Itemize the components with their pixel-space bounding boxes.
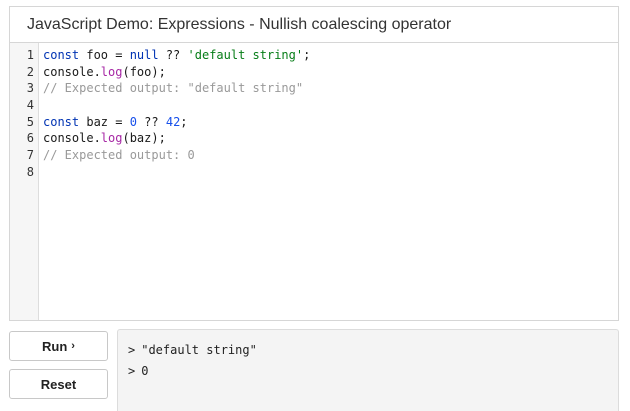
- code-token: 0: [129, 114, 137, 129]
- code-line: const baz = 0 ?? 42;: [43, 114, 618, 131]
- code-token: ??: [158, 48, 188, 62]
- line-number: 5: [26, 114, 34, 129]
- console-output: > "default string" >0: [117, 329, 619, 411]
- code-line: // Expected output: "default string": [43, 80, 618, 97]
- code-token: 'default string': [187, 48, 304, 62]
- code-text[interactable]: const foo = null ?? 'default string'; con…: [39, 43, 618, 320]
- reset-button-label: Reset: [40, 376, 77, 392]
- code-token: const: [43, 48, 80, 62]
- code-line: console.log(baz);: [43, 130, 618, 147]
- code-token: 42: [165, 114, 181, 129]
- code-token: // Expected output: "default string": [43, 81, 304, 96]
- line-number: 4: [26, 98, 34, 113]
- code-token: log: [100, 131, 123, 146]
- line-number: 2: [26, 64, 34, 79]
- code-line: console.log(foo);: [43, 64, 618, 81]
- code-editor-panel: JavaScript Demo: Expressions - Nullish c…: [9, 6, 619, 321]
- code-token: ??: [136, 114, 166, 129]
- line-number: 6: [26, 131, 34, 146]
- interactive-example: JavaScript Demo: Expressions - Nullish c…: [0, 0, 630, 411]
- run-button-label: Run: [42, 338, 68, 354]
- line-number: 3: [26, 81, 34, 96]
- code-token: baz =: [79, 114, 130, 129]
- code-token: ;: [303, 48, 311, 62]
- code-token: console.: [43, 131, 101, 146]
- code-token: console.: [43, 64, 101, 79]
- console-prompt: >: [128, 343, 136, 357]
- line-number-gutter: 1 2 3 45 6 78: [10, 43, 39, 320]
- code-token: (baz);: [122, 131, 166, 146]
- console-value: 0: [141, 364, 149, 378]
- code-token: log: [100, 64, 123, 79]
- console-line: >0: [128, 361, 618, 382]
- code-token: null: [129, 48, 159, 62]
- line-number: 8: [26, 164, 34, 179]
- console-line: > "default string": [128, 340, 618, 361]
- line-number: 1: [26, 48, 34, 62]
- console-value: "default string": [141, 343, 257, 357]
- chevron-right-icon: ›: [71, 340, 75, 352]
- code-line: const foo = null ?? 'default string';: [43, 47, 618, 64]
- code-token: // Expected output: 0: [43, 148, 195, 163]
- editor-title: JavaScript Demo: Expressions - Nullish c…: [10, 7, 618, 43]
- code-area[interactable]: 1 2 3 45 6 78 const foo = null ?? 'default st…: [10, 43, 618, 320]
- code-token: (foo);: [122, 64, 166, 79]
- console-prompt: >: [128, 364, 136, 378]
- code-line: // Expected output: 0: [43, 147, 618, 164]
- line-number: 7: [26, 148, 34, 163]
- code-token: foo =: [79, 48, 130, 62]
- code-token: const: [43, 114, 80, 129]
- reset-button[interactable]: Reset: [9, 369, 108, 399]
- code-token: ;: [180, 114, 188, 129]
- run-button[interactable]: Run ›: [9, 331, 108, 361]
